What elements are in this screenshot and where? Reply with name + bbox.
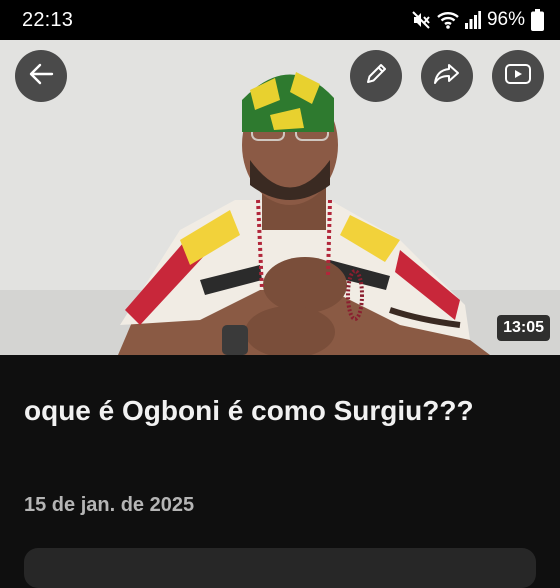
video-thumbnail[interactable]: 13:05 [0,40,560,355]
upload-date: 15 de jan. de 2025 [24,494,195,516]
status-bar: 22:13 96% [0,0,560,40]
share-button[interactable] [421,50,473,102]
video-title: oque é Ogboni é como Surgiu??? [24,395,474,426]
mute-icon [411,10,431,30]
action-card[interactable] [24,548,536,588]
back-arrow-icon [28,61,54,92]
status-icons: 96% [411,9,544,31]
edit-pencil-icon [363,61,389,92]
play-button[interactable] [492,50,544,102]
play-icon [504,63,532,90]
back-button[interactable] [15,50,67,102]
share-icon [433,61,461,92]
battery-percent: 96% [486,9,525,30]
duration-badge: 13:05 [497,315,550,341]
status-time: 22:13 [22,8,74,31]
signal-icon [464,11,481,29]
thumbnail-image [0,40,560,355]
wifi-icon [437,10,459,30]
battery-icon [531,9,544,31]
edit-button[interactable] [350,50,402,102]
